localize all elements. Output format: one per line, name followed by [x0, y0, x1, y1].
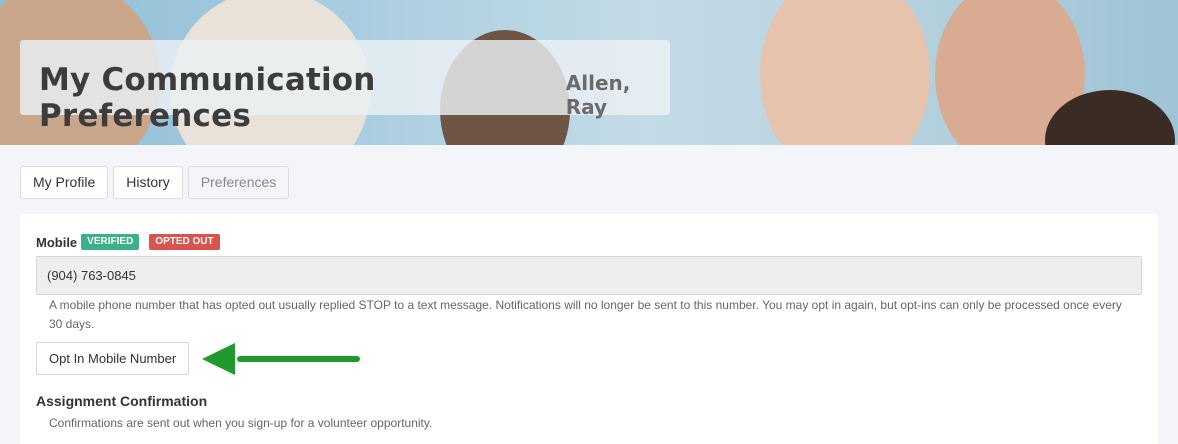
mobile-help-text: A mobile phone number that has opted out…: [49, 298, 1122, 331]
tab-preferences[interactable]: Preferences: [187, 166, 290, 199]
tab-history[interactable]: History: [113, 166, 183, 199]
user-name: Allen, Ray: [565, 71, 631, 119]
arrow-annotation-icon: [202, 343, 360, 375]
mobile-label: Mobile: [36, 234, 78, 250]
mobile-label-row: Mobile VERIFIED OPTED OUT: [36, 234, 220, 250]
opted-out-badge: OPTED OUT: [149, 234, 220, 250]
banner-photo-person: [760, 0, 930, 145]
page-title: My Communication Preferences: [39, 62, 376, 134]
assignment-confirmation-help: Confirmations are sent out when you sign…: [49, 416, 433, 430]
opt-in-mobile-button[interactable]: Opt In Mobile Number: [36, 342, 190, 375]
header-banner: My Communication Preferences Allen, Ray: [0, 0, 1178, 145]
page-title-box: My Communication Preferences Allen, Ray: [20, 40, 670, 134]
tab-my-profile[interactable]: My Profile: [20, 166, 109, 199]
assignment-confirmation-title: Assignment Confirmation: [36, 393, 208, 409]
preferences-card: Mobile VERIFIED OPTED OUT (904) 763-0845…: [20, 214, 1158, 444]
profile-tabs: My Profile History Preferences: [20, 166, 290, 199]
mobile-number-field: (904) 763-0845: [36, 256, 1142, 295]
verified-badge: VERIFIED: [81, 234, 140, 250]
